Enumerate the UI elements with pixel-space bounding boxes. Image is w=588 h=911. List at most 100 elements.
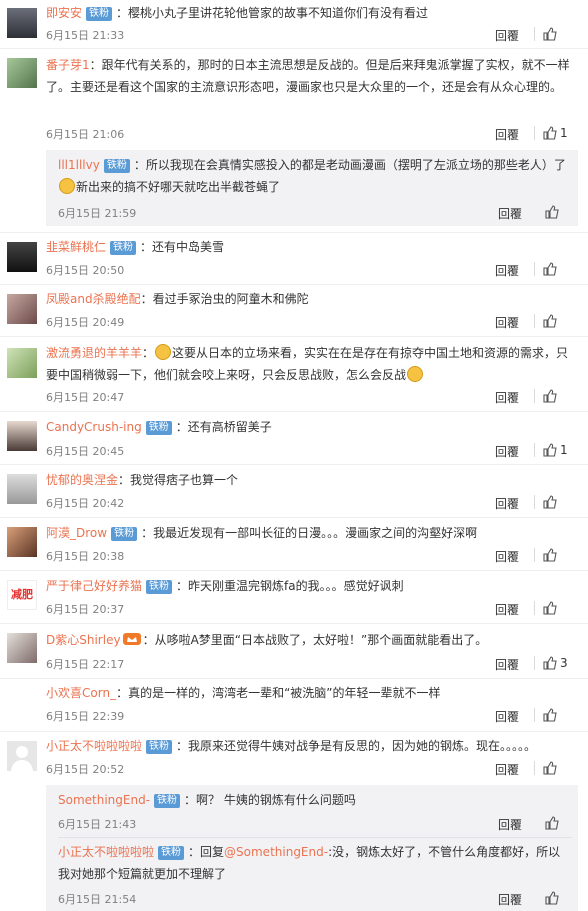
reply-button[interactable]: 回覆 [495,495,519,512]
thumb-up-icon [543,548,557,562]
like-button[interactable]: 3 [536,655,576,673]
reply-button[interactable]: 回覆 [498,816,522,833]
avatar[interactable] [7,741,37,771]
thumb-up-icon [543,126,557,140]
reply-button[interactable]: 回覆 [495,708,519,725]
like-button[interactable]: 1 [536,125,576,143]
user-name[interactable]: 激流勇退的羊羊羊 [46,346,142,360]
user-name[interactable]: 凤殿and杀殿绝配 [46,292,141,306]
comment-text: ：看过手冢治虫的阿童木和佛陀 [140,292,309,306]
like-button[interactable] [536,261,576,279]
comment-text: ：还有中岛美雪 [140,240,225,254]
divider [58,837,572,838]
avatar[interactable] [7,58,37,88]
user-name[interactable]: 阿漠_Drow [46,526,107,540]
divider [534,314,535,328]
user-name[interactable]: 小正太不啦啦啦啦 [46,739,142,753]
comment-time: 6月15日 20:52 [46,763,125,776]
comment-item: 凤殿and杀殿绝配：看过手冢治虫的阿童木和佛陀 6月15日 20:49 回覆 [0,284,588,336]
avatar[interactable] [7,348,37,378]
like-button[interactable] [536,547,576,565]
like-button[interactable] [536,388,576,406]
comment-item: CandyCrush-ing 铁粉 ：还有高桥留美子 6月15日 20:45 回覆 … [0,411,588,464]
avatar[interactable] [7,242,37,272]
mention-link[interactable]: @SomethingEnd- [224,845,328,859]
user-name[interactable]: 番子芽1 [46,58,90,72]
reply-button[interactable]: 回覆 [495,126,519,143]
divider [534,601,535,615]
fan-badge[interactable]: 铁粉 [111,527,138,541]
reply-button[interactable]: 回覆 [495,443,519,460]
reply-button[interactable]: 回覆 [495,262,519,279]
comment-item: D紫心Shirley ：从哆啦A梦里面“日本战败了，太好啦！”那个画面就能看出了。… [0,623,588,678]
like-button[interactable] [536,600,576,618]
reply-button[interactable]: 回覆 [495,314,519,331]
fan-badge[interactable]: 铁粉 [154,794,181,808]
fan-badge[interactable]: 铁粉 [146,580,173,594]
avatar[interactable] [7,527,37,557]
user-name[interactable]: CandyCrush-ing [46,420,142,434]
fan-badge[interactable]: 铁粉 [146,740,173,754]
like-button[interactable] [536,494,576,512]
user-name[interactable]: 严于律己好好养猫 [46,579,142,593]
avatar[interactable] [7,294,37,324]
like-button[interactable] [538,815,572,833]
reply-button[interactable]: 回覆 [495,548,519,565]
reply-button[interactable]: 回覆 [498,891,522,908]
user-name[interactable]: 小正太不啦啦啦啦 [58,845,154,859]
fan-badge[interactable]: 铁粉 [86,7,113,21]
like-button[interactable] [536,707,576,725]
thumb-up-icon [545,891,559,905]
thumb-up-icon [543,27,557,41]
divider [534,389,535,403]
user-name[interactable]: 忧郁的奥涅金 [46,473,118,487]
fan-badge[interactable]: 铁粉 [103,159,130,173]
thumb-up-icon [543,314,557,328]
comment-item: 激流勇退的羊羊羊： 这要从日本的立场来看，实实在在是存在有掠夺中国土地和资源的需求… [0,336,588,411]
comment-time: 6月15日 21:54 [58,893,137,906]
like-button[interactable] [536,26,576,44]
comment-time: 6月15日 20:45 [46,445,125,458]
fan-badge[interactable]: 铁粉 [110,241,137,255]
comment-list: 即安安 铁粉 ：樱桃小丸子里讲花轮他管家的故事不知道你们有没有看过 6月15日 21… [0,0,588,911]
user-name[interactable]: lll1lllvy [58,158,100,172]
comment-time: 6月15日 20:37 [46,603,125,616]
avatar[interactable] [7,474,37,504]
reply-button[interactable]: 回覆 [498,205,522,222]
sub-reply-box: lll1lllvy 铁粉 ：所以我现在会真情实感投入的都是老动画漫画（摆明了左派立场… [46,150,578,226]
comment-text: ：我原来还觉得牛姨对战争是有反思的，因为她的钢炼。现在。。。。。 [176,739,537,753]
comment-time: 6月15日 21:06 [46,128,125,141]
reply-text: 新出来的搞不好哪天就吃出半截苍蝇了 [76,180,281,194]
reply-button[interactable]: 回覆 [495,656,519,673]
avatar[interactable] [7,633,37,663]
user-name[interactable]: 韭菜鲜桃仁 [46,240,106,254]
thumb-up-icon [543,601,557,615]
comment-item: 即安安 铁粉 ：樱桃小丸子里讲花轮他管家的故事不知道你们有没有看过 6月15日 21… [0,0,588,48]
reply-button[interactable]: 回覆 [495,601,519,618]
user-name[interactable]: 小欢喜Corn_ [46,686,116,700]
like-button[interactable] [538,204,572,222]
avatar[interactable]: 减肥 [7,580,37,610]
fan-badge[interactable]: 铁粉 [158,846,185,860]
like-count: 3 [560,656,568,670]
like-button[interactable]: 1 [536,442,576,460]
reply-button[interactable]: 回覆 [495,389,519,406]
reply-button[interactable]: 回覆 [495,27,519,44]
like-button[interactable] [536,760,576,778]
reply-text: ：啊？ 牛姨的钢炼有什么问题吗 [184,793,356,807]
fan-badge[interactable]: 铁粉 [145,421,172,435]
avatar[interactable] [7,421,37,451]
comment-item: 番子芽1：跟年代有关系的，那时的日本主流思想是反战的。但是后来拜鬼派掌握了实权，… [0,48,588,232]
like-button[interactable] [536,313,576,331]
user-name[interactable]: SomethingEnd- [58,793,150,807]
comment-text: ：我觉得痞子也算一个 [118,473,239,487]
smile-emoji-icon [59,178,75,194]
comment-time: 6月15日 22:17 [46,658,125,671]
reply-button[interactable]: 回覆 [495,761,519,778]
like-button[interactable] [538,890,572,908]
user-name[interactable]: D紫心Shirley [46,633,121,647]
user-name[interactable]: 即安安 [46,6,82,20]
comment-text: ：樱桃小丸子里讲花轮他管家的故事不知道你们有没有看过 [116,6,429,20]
avatar[interactable] [7,8,37,38]
comment-text: ：我最近发现有一部叫长征的日漫。。。漫画家之间的沟壑好深啊 [141,526,478,540]
